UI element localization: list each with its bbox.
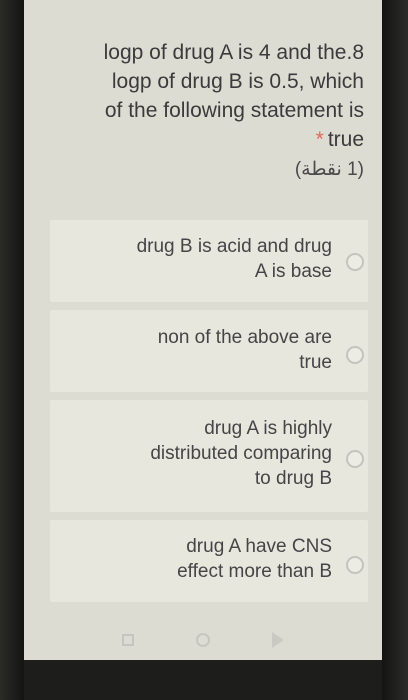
option-3-label: drug A is highly distributed comparing t… [150,418,332,489]
question-line-3: of the following statement is [104,99,364,122]
question-line-1: logp of drug A is 4 and the.8 [103,41,364,64]
android-navigation-bar [24,620,382,660]
option-2-label: non of the above are true [157,327,332,373]
question-required-line: * true [24,125,364,155]
question-text: logp of drug A is 4 and the.8 logp of dr… [34,38,364,125]
required-asterisk: * [315,128,324,151]
home-circle-icon[interactable] [196,633,210,647]
phone-bezel-right [382,0,408,700]
recents-square-icon[interactable] [122,634,134,646]
phone-bezel-left [0,0,24,700]
option-2[interactable]: non of the above are true [50,310,368,392]
question-line-4: true [327,128,364,151]
option-1[interactable]: drug B is acid and drug A is base [50,220,368,302]
option-2-radio[interactable] [346,346,364,364]
option-4-label: drug A have CNS effect more than B [177,536,332,582]
option-1-radio[interactable] [346,253,364,271]
option-3[interactable]: drug A is highly distributed comparing t… [50,400,368,512]
question-line-2: logp of drug B is 0.5, which [111,70,364,93]
option-4[interactable]: drug A have CNS effect more than B [50,520,368,602]
option-4-radio[interactable] [346,556,364,574]
option-3-radio[interactable] [346,450,364,468]
back-triangle-icon[interactable] [272,632,284,648]
form-screen: logp of drug A is 4 and the.8 logp of dr… [24,0,382,660]
points-label: (1 نقطة) [294,159,364,180]
option-1-label: drug B is acid and drug A is base [136,236,332,282]
